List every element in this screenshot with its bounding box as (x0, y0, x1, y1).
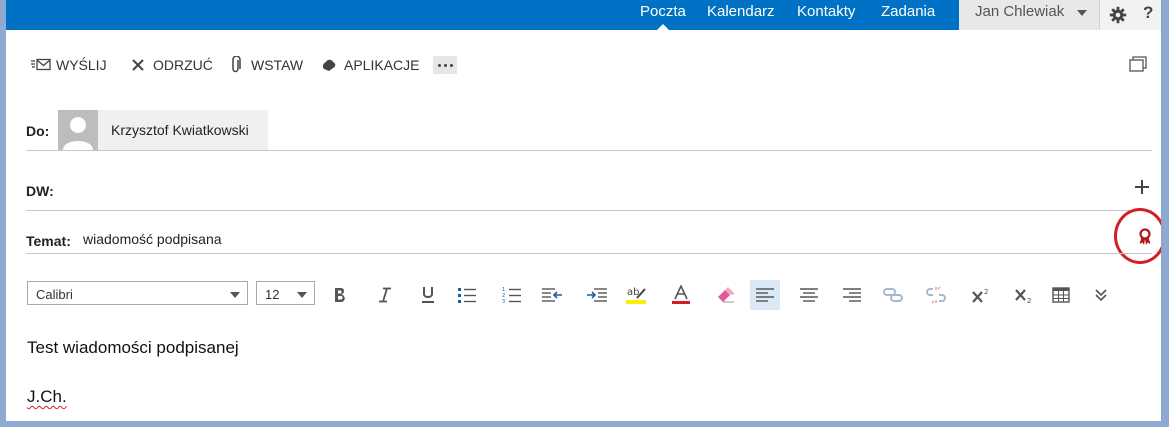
highlight-button[interactable]: ab (623, 283, 649, 307)
chevron-down-icon (297, 292, 307, 298)
nav-selected-indicator (657, 24, 669, 30)
dot-icon (449, 63, 453, 67)
eraser-icon (718, 287, 735, 303)
clear-formatting-button[interactable] (713, 283, 739, 307)
discard-button[interactable]: ODRZUĆ (128, 55, 213, 75)
bold-button[interactable] (327, 283, 353, 307)
popout-icon (1129, 56, 1147, 72)
increase-indent-icon (587, 288, 607, 302)
numbered-list-icon: 123 (502, 287, 521, 304)
font-size-select[interactable]: 12 (256, 281, 315, 305)
bullet-list-icon (458, 288, 476, 303)
font-size-value: 12 (265, 287, 280, 302)
bullet-list-button[interactable] (454, 283, 480, 307)
apps-icon (319, 56, 339, 74)
close-icon (128, 56, 148, 74)
nav-calendar[interactable]: Kalendarz (707, 3, 775, 21)
svg-text:2: 2 (984, 288, 988, 296)
send-label: WYŚLIJ (56, 57, 107, 73)
remove-link-button[interactable] (923, 283, 949, 307)
italic-button[interactable] (372, 283, 398, 307)
avatar (58, 110, 98, 150)
svg-text:3: 3 (502, 299, 505, 304)
align-left-icon (756, 288, 774, 302)
align-right-button[interactable] (839, 283, 865, 307)
body-line-1: Test wiadomości podpisanej (27, 338, 239, 357)
font-color-icon (672, 285, 690, 304)
subject-divider (26, 253, 1152, 254)
person-icon (63, 117, 93, 150)
link-icon (883, 288, 903, 302)
apps-button[interactable]: APLIKACJE (319, 55, 419, 75)
user-menu[interactable]: Jan Chlewiak (959, 0, 1099, 30)
subject-field[interactable]: wiadomość podpisana (83, 231, 983, 247)
underline-icon (422, 287, 434, 303)
send-icon (31, 56, 51, 74)
svg-text:2: 2 (1027, 297, 1031, 304)
italic-icon (379, 287, 391, 303)
decrease-indent-button[interactable] (539, 283, 565, 307)
help-icon: ? (1143, 3, 1154, 22)
subscript-icon: 2 (1015, 289, 1031, 304)
more-options-button[interactable] (433, 56, 457, 74)
plus-icon (1135, 180, 1149, 194)
decrease-indent-icon (542, 288, 562, 302)
expand-toolbar-button[interactable] (1088, 283, 1114, 307)
to-divider (26, 150, 1152, 151)
user-name: Jan Chlewiak (975, 3, 1065, 20)
insert-label: WSTAW (251, 57, 304, 73)
superscript-button[interactable]: 2 (968, 283, 994, 307)
numbered-list-button[interactable]: 123 (499, 283, 525, 307)
nav-tasks[interactable]: Zadania (881, 3, 935, 21)
font-family-value: Calibri (36, 287, 73, 302)
chevron-down-icon (1077, 10, 1087, 16)
cc-divider (26, 210, 1152, 211)
paperclip-icon (226, 56, 246, 74)
popout-button[interactable] (1129, 55, 1149, 73)
dot-icon (437, 63, 441, 67)
help-button[interactable]: ? (1136, 0, 1161, 30)
compose-window: Poczta Kalendarz Kontakty Zadania Jan Ch… (6, 0, 1161, 421)
apps-label: APLIKACJE (344, 57, 420, 73)
insert-link-button[interactable] (880, 283, 906, 307)
chevron-down-icon (230, 292, 240, 298)
cc-label: DW: (26, 183, 54, 199)
align-left-button[interactable] (750, 280, 780, 310)
font-family-select[interactable]: Calibri (27, 281, 248, 305)
body-line-2: J.Ch. (27, 387, 67, 406)
subject-label: Temat: (26, 233, 71, 249)
recipient-name: Krzysztof Kwiatkowski (111, 122, 249, 138)
gear-icon (1109, 6, 1127, 24)
add-cc-button[interactable] (1133, 178, 1151, 196)
nav-mail[interactable]: Poczta (640, 3, 686, 21)
align-center-icon (800, 288, 818, 302)
align-center-button[interactable] (796, 283, 822, 307)
font-color-button[interactable] (668, 283, 694, 307)
insert-table-button[interactable] (1048, 283, 1074, 307)
highlight-circle (1114, 208, 1161, 264)
table-icon (1052, 287, 1070, 303)
top-nav-bar: Poczta Kalendarz Kontakty Zadania Jan Ch… (6, 0, 1161, 30)
double-chevron-down-icon (1095, 289, 1107, 302)
recipient-chip[interactable]: Krzysztof Kwiatkowski (58, 110, 268, 150)
superscript-icon: 2 (972, 288, 988, 303)
highlighter-icon: ab (626, 287, 646, 304)
unlink-icon (926, 286, 946, 304)
bold-icon (335, 288, 345, 302)
to-label: Do: (26, 123, 50, 139)
send-button[interactable]: WYŚLIJ (31, 55, 107, 75)
settings-button[interactable] (1099, 0, 1136, 30)
increase-indent-button[interactable] (584, 283, 610, 307)
insert-button[interactable]: WSTAW (226, 55, 303, 75)
dot-icon (443, 63, 447, 67)
align-right-icon (843, 288, 861, 302)
nav-contacts[interactable]: Kontakty (797, 3, 855, 21)
subscript-button[interactable]: 2 (1011, 283, 1037, 307)
discard-label: ODRZUĆ (153, 57, 213, 73)
underline-button[interactable] (415, 283, 441, 307)
